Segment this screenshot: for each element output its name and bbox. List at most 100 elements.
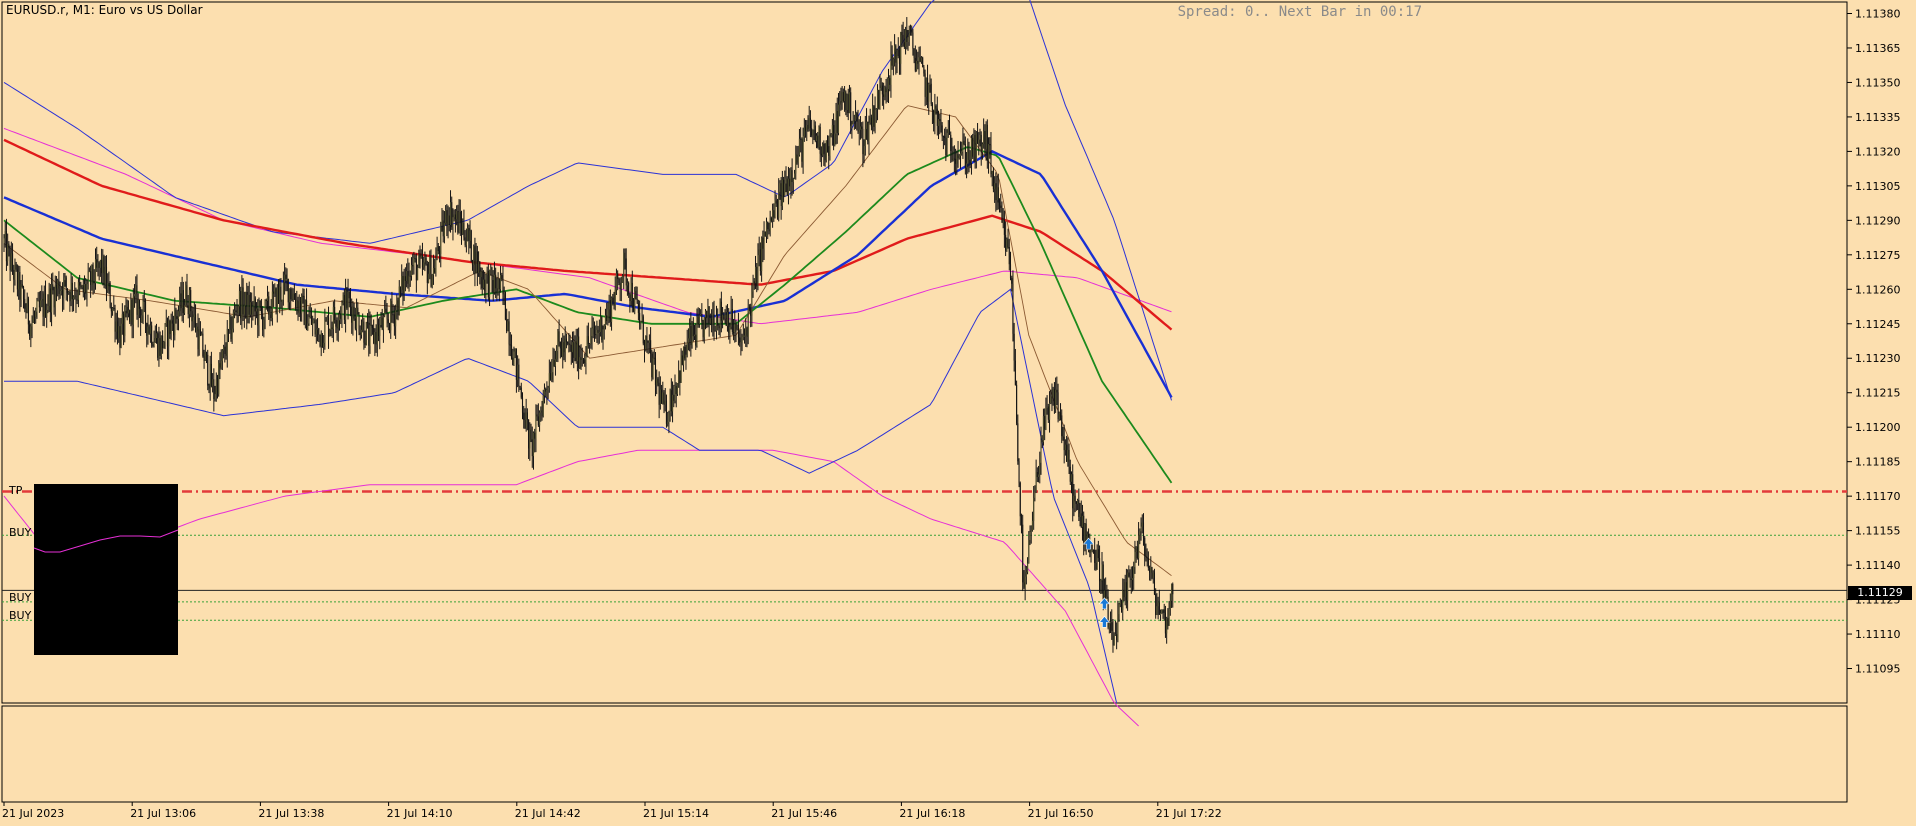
candle-body (920, 57, 922, 62)
candle (637, 299, 639, 321)
candle-body (168, 320, 170, 347)
candle (163, 340, 165, 349)
candle (138, 299, 140, 319)
candle-body (665, 400, 668, 424)
candle (867, 121, 869, 145)
chart-canvas[interactable]: 1.110951.111101.111251.111401.111551.111… (0, 0, 1916, 826)
candle-body (841, 92, 843, 103)
candle (1019, 481, 1021, 526)
candle (869, 108, 871, 125)
candle-body (69, 292, 71, 302)
candle (608, 294, 610, 324)
candle (169, 319, 171, 339)
candle-body (643, 343, 646, 350)
candle-body (426, 264, 428, 283)
candle-body (296, 300, 298, 308)
candle-body (652, 357, 654, 378)
candle (929, 74, 931, 93)
candle-body (524, 419, 526, 429)
candle-body (914, 57, 916, 71)
candle (643, 339, 646, 363)
candle-body (892, 58, 894, 66)
candle-body (615, 273, 617, 290)
candle (347, 278, 349, 320)
candle (245, 291, 247, 319)
buy-label: BUY (9, 591, 32, 604)
candle (513, 346, 515, 366)
candle (1167, 608, 1169, 630)
candle-body (812, 129, 814, 136)
candle-body (108, 282, 110, 284)
candle-body (896, 49, 898, 63)
candle (996, 175, 998, 211)
candle (530, 423, 532, 443)
candle-body (1129, 576, 1131, 579)
candle (98, 261, 100, 281)
candle-body (690, 325, 692, 346)
candle (611, 296, 613, 331)
candle (764, 231, 766, 237)
candle (209, 355, 211, 401)
candle-body (196, 326, 198, 332)
price-tick-label: 1.11110 (1855, 628, 1901, 641)
candle-body (1027, 563, 1029, 573)
candle-body (112, 307, 114, 312)
candle (1012, 270, 1014, 342)
candle-body (837, 104, 840, 134)
candle (295, 293, 297, 311)
candle-body (1161, 610, 1163, 613)
candle-body (697, 317, 699, 324)
candle-body (980, 134, 982, 153)
candle-body (514, 348, 516, 352)
candle (66, 288, 68, 302)
candle-body (1067, 449, 1069, 462)
candle-body (747, 306, 749, 337)
candle-body (745, 328, 747, 336)
candle (833, 113, 835, 151)
candle (308, 306, 310, 326)
candle (312, 315, 314, 337)
candle (296, 290, 298, 315)
candle-body (803, 127, 805, 137)
candle-body (373, 327, 375, 344)
candle (490, 264, 492, 276)
candle (345, 278, 347, 333)
candle (164, 323, 166, 350)
candle (598, 319, 600, 344)
candle (1013, 322, 1015, 372)
candle-body (1118, 604, 1120, 615)
candle-body (945, 137, 947, 156)
candle (1000, 193, 1002, 213)
candle (46, 303, 48, 328)
candle-body (647, 340, 649, 343)
candle (90, 265, 92, 298)
candle (290, 287, 292, 311)
candle-body (262, 313, 264, 331)
candle (343, 288, 345, 324)
candle-body (603, 326, 605, 330)
candle-body (428, 273, 430, 283)
candle (371, 324, 373, 335)
candle (1170, 583, 1173, 608)
candle-body (992, 170, 994, 190)
candle (230, 314, 232, 342)
time-tick-label: 21 Jul 17:22 (1156, 807, 1222, 820)
candle-body (499, 275, 502, 290)
candle-body (535, 414, 537, 439)
candle-body (1005, 234, 1007, 251)
price-tick-label: 1.11140 (1855, 559, 1901, 572)
candle-body (1135, 546, 1137, 553)
candle-body (3, 238, 5, 244)
candle-body (340, 314, 342, 319)
candle (218, 360, 220, 397)
candle (147, 314, 149, 345)
candle-body (313, 320, 315, 323)
candle-body (21, 284, 23, 288)
candle-body (612, 297, 614, 303)
candle (255, 302, 258, 319)
candle-body (1113, 635, 1115, 646)
candle-body (8, 243, 10, 249)
candle-body (436, 246, 438, 260)
candle-body (265, 299, 267, 301)
candle-body (889, 78, 891, 85)
